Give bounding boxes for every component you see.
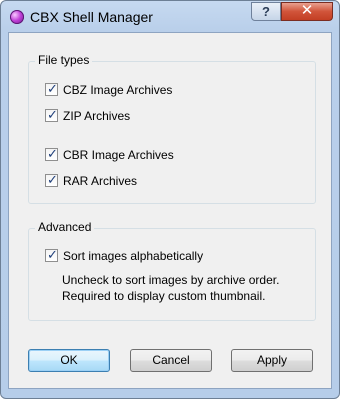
checkbox-label[interactable]: ZIP Archives bbox=[63, 109, 130, 123]
help-button[interactable]: ? bbox=[251, 2, 281, 21]
checkbox-box[interactable]: ✓ bbox=[45, 146, 58, 161]
sort-hint-line-1: Uncheck to sort images by archive order. bbox=[62, 273, 280, 287]
dialog-window: CBX Shell Manager ? ✕ File types ✓ CBZ I… bbox=[0, 0, 340, 399]
ok-button[interactable]: OK bbox=[28, 349, 110, 372]
help-icon: ? bbox=[262, 4, 270, 19]
advanced-group: Advanced ✓ Sort images alphabetically Un… bbox=[28, 220, 316, 321]
checkbox-label[interactable]: CBZ Image Archives bbox=[63, 83, 172, 97]
checkbox-box[interactable]: ✓ bbox=[45, 107, 58, 122]
window-title: CBX Shell Manager bbox=[30, 9, 153, 25]
cancel-button[interactable]: Cancel bbox=[130, 349, 212, 372]
checkbox-box[interactable]: ✓ bbox=[45, 172, 58, 187]
cbx-app-icon bbox=[10, 10, 24, 24]
checkbox-label[interactable]: Sort images alphabetically bbox=[63, 249, 203, 263]
advanced-group-label: Advanced bbox=[35, 220, 95, 234]
checkmark-icon: ✓ bbox=[47, 107, 58, 122]
checkbox-box[interactable]: ✓ bbox=[45, 247, 58, 262]
close-icon: ✕ bbox=[300, 2, 314, 19]
checkmark-icon: ✓ bbox=[47, 172, 58, 187]
dialog-client-area: File types ✓ CBZ Image Archives ✓ ZIP Ar… bbox=[8, 32, 332, 389]
apply-button[interactable]: Apply bbox=[231, 349, 313, 372]
checkmark-icon: ✓ bbox=[47, 247, 58, 262]
checkbox-label[interactable]: CBR Image Archives bbox=[63, 148, 174, 162]
checkbox-label[interactable]: RAR Archives bbox=[63, 174, 137, 188]
checkmark-icon: ✓ bbox=[47, 146, 58, 161]
checkmark-icon: ✓ bbox=[47, 81, 58, 96]
sort-hint-line-2: Required to display custom thumbnail. bbox=[62, 289, 266, 303]
title-bar[interactable]: CBX Shell Manager ? ✕ bbox=[1, 1, 339, 33]
file-types-group: File types ✓ CBZ Image Archives ✓ ZIP Ar… bbox=[28, 53, 316, 204]
checkbox-box[interactable]: ✓ bbox=[45, 81, 58, 96]
file-types-group-label: File types bbox=[35, 53, 93, 67]
close-button[interactable]: ✕ bbox=[281, 2, 333, 21]
